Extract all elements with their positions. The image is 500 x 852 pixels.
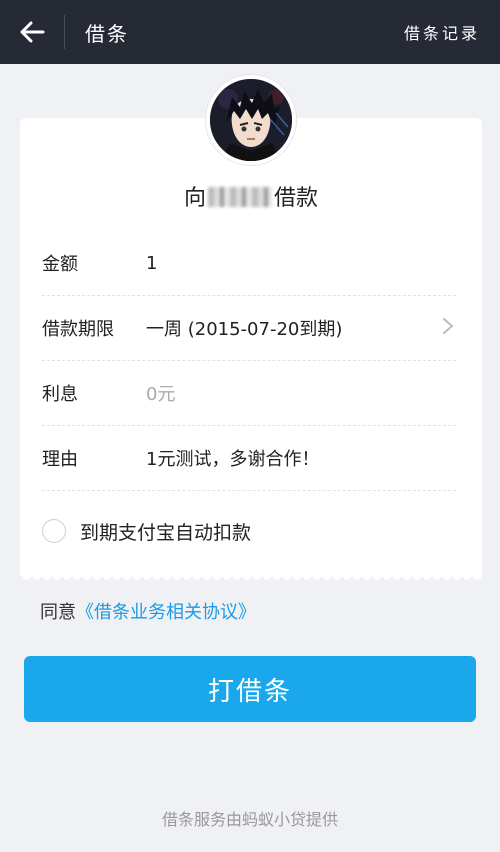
amount-value: 1 bbox=[146, 252, 158, 274]
amount-row: 金额 1 bbox=[42, 231, 456, 296]
agreement-link[interactable]: 《借条业务相关协议》 bbox=[76, 602, 256, 623]
card-scalloped-edge bbox=[20, 574, 482, 580]
arrow-left-icon bbox=[20, 21, 45, 43]
blurred-name bbox=[208, 187, 272, 207]
interest-label: 利息 bbox=[42, 384, 78, 405]
amount-label: 金额 bbox=[42, 254, 78, 275]
agreement-prefix: 同意 bbox=[40, 602, 76, 623]
top-bar: 借条 借条记录 bbox=[0, 0, 500, 64]
agreement-line: 同意《借条业务相关协议》 bbox=[40, 598, 256, 624]
auto-deduct-option[interactable]: 到期支付宝自动扣款 bbox=[42, 500, 251, 562]
auto-deduct-label: 到期支付宝自动扣款 bbox=[80, 521, 252, 544]
footer-note: 借条服务由蚂蚁小贷提供 bbox=[161, 810, 338, 829]
avatar-image bbox=[210, 79, 292, 161]
borrow-prefix: 向 bbox=[183, 186, 206, 211]
interest-row: 利息 0元 bbox=[42, 361, 456, 426]
term-label: 借款期限 bbox=[42, 319, 114, 340]
header-divider bbox=[64, 15, 65, 49]
auto-deduct-radio[interactable] bbox=[42, 519, 66, 543]
reason-label: 理由 bbox=[42, 449, 78, 470]
chevron-right-icon bbox=[442, 317, 454, 340]
term-value: 一周 (2015-07-20到期) bbox=[146, 319, 343, 340]
borrow-suffix: 借款 bbox=[274, 186, 319, 211]
page-title: 借条 bbox=[85, 21, 129, 46]
records-link[interactable]: 借条记录 bbox=[404, 20, 480, 44]
borrow-from-title: 向 借款 bbox=[20, 180, 482, 212]
interest-value: 0元 bbox=[146, 384, 176, 405]
create-iou-button[interactable]: 打借条 bbox=[24, 656, 476, 722]
back-button[interactable] bbox=[0, 0, 64, 64]
avatar bbox=[205, 74, 297, 166]
term-row[interactable]: 借款期限 一周 (2015-07-20到期) bbox=[42, 296, 456, 361]
reason-value: 1元测试，多谢合作！ bbox=[146, 449, 320, 470]
reason-row: 理由 1元测试，多谢合作！ bbox=[42, 426, 456, 491]
